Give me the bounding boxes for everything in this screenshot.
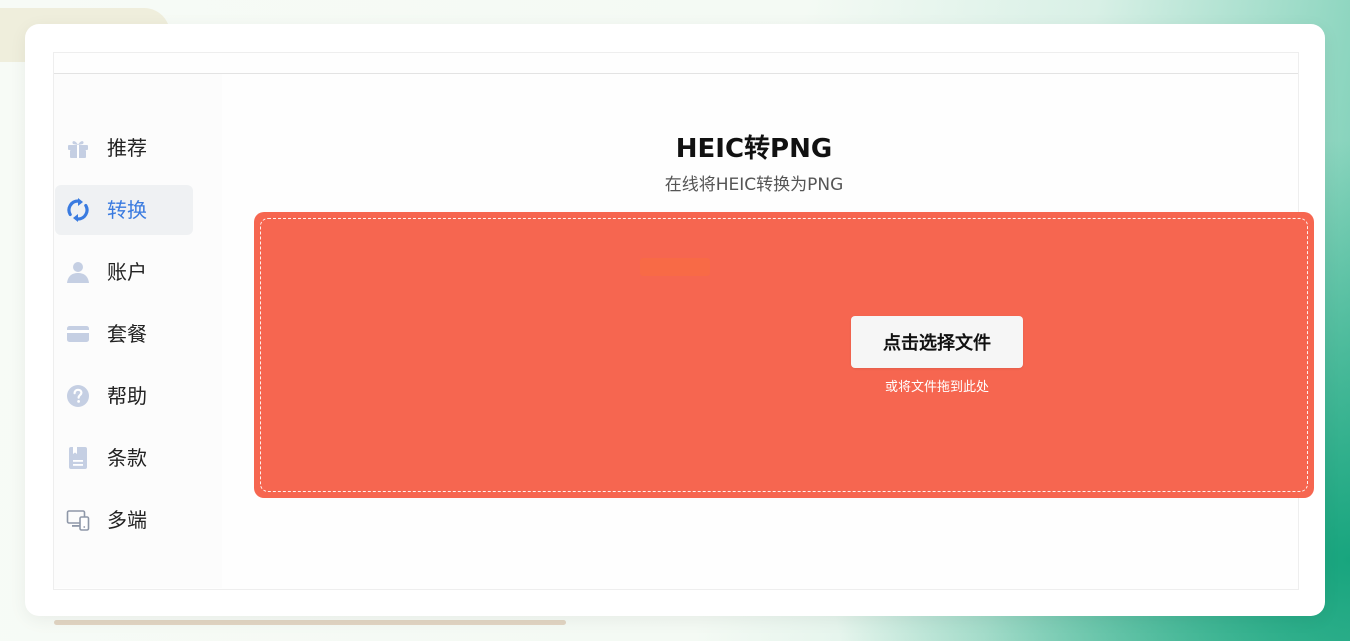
sidebar-item-account[interactable]: 账户 <box>55 247 193 297</box>
sidebar-item-recommend[interactable]: 推荐 <box>55 123 193 173</box>
header-divider <box>54 73 1298 74</box>
drop-hint-text: 或将文件拖到此处 <box>884 380 989 395</box>
sidebar-item-plans[interactable]: 套餐 <box>55 309 193 359</box>
sidebar-item-label: 条款 <box>107 446 147 470</box>
help-icon <box>67 385 89 407</box>
sidebar-item-help[interactable]: 帮助 <box>55 371 193 421</box>
app-window: 推荐 转换 账户 套餐 帮助 条款 多端 HEIC转PNG 在线将HEIC转换为… <box>25 24 1325 616</box>
content-frame: 推荐 转换 账户 套餐 帮助 条款 多端 HEIC转PNG 在线将HEIC转换为… <box>53 52 1314 590</box>
sidebar-item-convert[interactable]: 转换 <box>55 185 193 235</box>
sidebar-item-label: 账户 <box>107 260 147 284</box>
sidebar-item-terms[interactable]: 条款 <box>55 433 193 483</box>
sidebar-item-devices[interactable]: 多端 <box>55 495 193 545</box>
page-subtitle: 在线将HEIC转换为PNG <box>664 175 844 195</box>
sidebar-item-label: 多端 <box>107 508 147 532</box>
sidebar-item-label: 套餐 <box>107 322 147 346</box>
gift-icon <box>68 141 88 158</box>
sidebar: 推荐 转换 账户 套餐 帮助 条款 多端 <box>54 74 222 588</box>
page-title: HEIC转PNG <box>675 134 833 165</box>
sidebar-item-label: 推荐 <box>107 136 147 160</box>
sidebar-item-label: 转换 <box>107 198 147 222</box>
user-icon <box>67 262 89 283</box>
select-file-button[interactable]: 点击选择文件 <box>851 316 1023 368</box>
sidebar-item-label: 帮助 <box>107 384 147 408</box>
dropzone-decoration <box>640 258 710 276</box>
card-icon <box>67 326 89 342</box>
document-icon <box>69 447 87 469</box>
file-dropzone[interactable]: 点击选择文件 或将文件拖到此处 <box>254 212 1314 498</box>
devices-icon <box>66 510 90 531</box>
background-bar <box>54 620 566 625</box>
convert-icon <box>67 198 89 222</box>
dropzone-dashed-border <box>260 218 1308 492</box>
